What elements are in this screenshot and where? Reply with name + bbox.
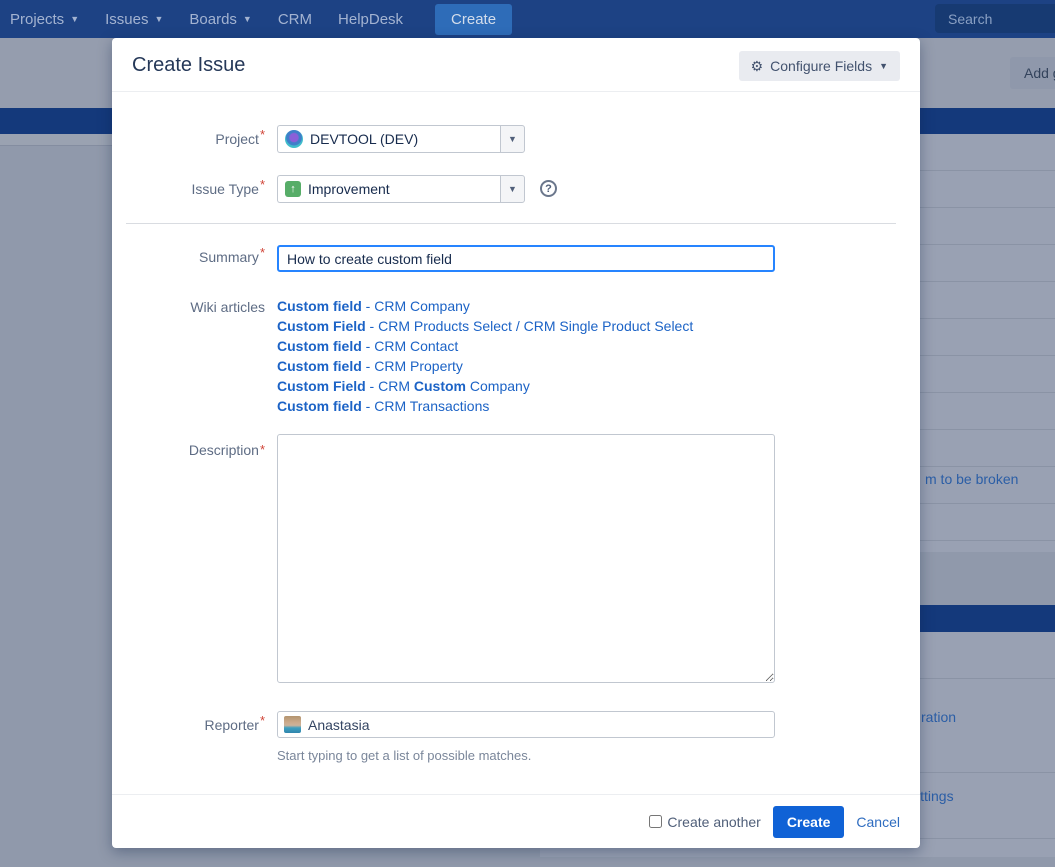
nav-create-button[interactable]: Create	[435, 4, 512, 35]
create-submit-button[interactable]: Create	[773, 806, 845, 838]
wiki-article-link[interactable]: Custom field - CRM Contact	[277, 336, 693, 356]
reporter-value: Anastasia	[308, 717, 369, 733]
nav-item-boards[interactable]: Boards ▼	[189, 11, 251, 28]
section-divider	[126, 223, 896, 224]
summary-label: Summary*	[112, 243, 265, 271]
chevron-down-icon: ▼	[243, 14, 252, 24]
required-asterisk: *	[260, 245, 265, 260]
dialog-footer: Create another Create Cancel	[112, 794, 920, 848]
chevron-down-icon: ▼	[508, 134, 517, 144]
create-another-option[interactable]: Create another	[649, 814, 760, 830]
create-issue-dialog: Create Issue ⚙ Configure Fields ▼ Projec…	[112, 38, 920, 848]
issue-type-label: Issue Type*	[112, 175, 265, 203]
create-another-checkbox[interactable]	[649, 815, 662, 828]
chevron-down-icon: ▼	[70, 14, 79, 24]
reporter-input[interactable]: Anastasia	[277, 711, 775, 738]
project-avatar-icon	[285, 130, 303, 148]
reporter-help-text: Start typing to get a list of possible m…	[277, 748, 531, 763]
cancel-link[interactable]: Cancel	[856, 814, 900, 830]
nav-item-crm[interactable]: CRM	[278, 11, 312, 28]
add-gadget-button[interactable]: Add g	[1010, 57, 1055, 89]
chevron-down-icon: ▼	[508, 184, 517, 194]
gear-icon: ⚙	[751, 59, 764, 73]
wiki-article-link[interactable]: Custom field - CRM Property	[277, 356, 693, 376]
required-asterisk: *	[260, 713, 265, 728]
nav-item-projects[interactable]: Projects ▼	[10, 11, 79, 28]
wiki-article-link[interactable]: Custom Field - CRM Custom Company	[277, 376, 693, 396]
issue-type-select-dropdown-button[interactable]: ▼	[500, 175, 525, 203]
wiki-article-link[interactable]: Custom Field - CRM Products Select / CRM…	[277, 316, 693, 336]
wiki-article-link[interactable]: Custom field - CRM Transactions	[277, 396, 693, 416]
reporter-label: Reporter*	[112, 711, 265, 739]
search-input[interactable]	[935, 4, 1055, 33]
required-asterisk: *	[260, 442, 265, 457]
top-navbar: Projects ▼ Issues ▼ Boards ▼ CRM HelpDes…	[0, 0, 1055, 38]
configure-fields-button[interactable]: ⚙ Configure Fields ▼	[739, 51, 900, 81]
reporter-avatar	[284, 716, 301, 733]
background-issue-link[interactable]: m to be broken	[925, 471, 1018, 487]
nav-item-issues[interactable]: Issues ▼	[105, 11, 163, 28]
improvement-type-icon: ↑	[285, 181, 301, 197]
description-textarea[interactable]	[277, 434, 775, 683]
dialog-header: Create Issue ⚙ Configure Fields ▼	[112, 38, 920, 92]
wiki-articles-label: Wiki articles	[112, 296, 265, 318]
summary-input[interactable]	[277, 245, 775, 272]
nav-item-helpdesk[interactable]: HelpDesk	[338, 11, 403, 28]
wiki-article-link[interactable]: Custom field - CRM Company	[277, 296, 693, 316]
wiki-articles-list: Custom field - CRM Company Custom Field …	[277, 296, 693, 416]
chevron-down-icon: ▼	[154, 14, 163, 24]
background-configuration-link[interactable]: ration	[921, 709, 956, 725]
issue-type-help-icon[interactable]: ?	[540, 180, 557, 197]
project-select[interactable]: DEVTOOL (DEV) ▼	[277, 125, 525, 153]
chevron-down-icon: ▼	[879, 61, 888, 71]
issue-type-select-value: Improvement	[308, 181, 390, 197]
project-select-value: DEVTOOL (DEV)	[310, 131, 418, 147]
description-label: Description*	[112, 434, 265, 460]
project-label: Project*	[112, 125, 265, 153]
required-asterisk: *	[260, 127, 265, 142]
issue-type-select[interactable]: ↑ Improvement ▼	[277, 175, 525, 203]
project-select-dropdown-button[interactable]: ▼	[500, 125, 525, 153]
required-asterisk: *	[260, 177, 265, 192]
dialog-title: Create Issue	[132, 54, 245, 77]
